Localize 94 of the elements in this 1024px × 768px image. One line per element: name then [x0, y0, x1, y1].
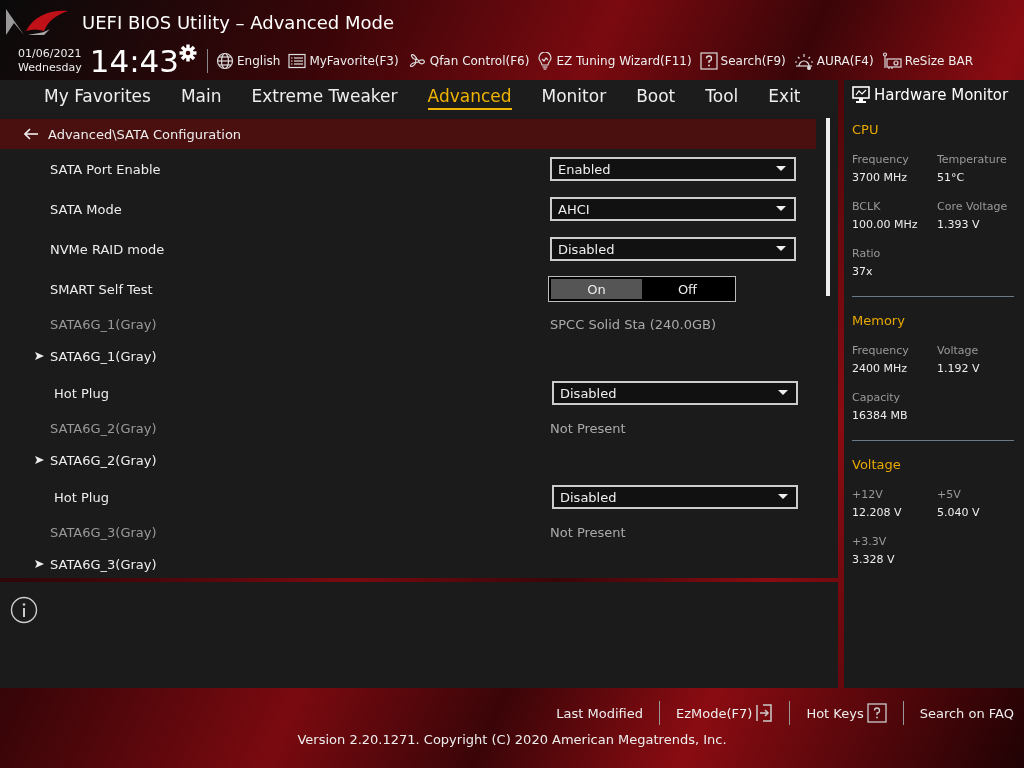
toolbar-button[interactable]: MyFavorite(F3)	[288, 53, 399, 69]
toggle-switch[interactable]: On Off	[548, 276, 736, 302]
setting-label: SATA Mode	[50, 201, 123, 217]
device-label: SATA6G_2(Gray)	[50, 420, 158, 436]
section-title: Voltage	[852, 457, 902, 472]
device-value: Not Present	[550, 524, 626, 540]
metric-value: 1.393 V	[937, 218, 981, 231]
menu-tab[interactable]: Tool	[705, 82, 739, 110]
toolbar-button[interactable]: English	[216, 52, 281, 70]
setting-label: SMART Self Test	[50, 281, 154, 297]
setting-label: SATA Port Enable	[50, 161, 162, 177]
metric-value: 3.328 V	[852, 553, 896, 566]
info-icon	[10, 596, 38, 624]
footer-link[interactable]: Last Modified	[556, 705, 643, 721]
list-icon	[288, 53, 307, 69]
version-text: Version 2.20.1271. Copyright (C) 2020 American Megatrends, Inc.	[297, 732, 727, 747]
metric-value: 2400 MHz	[852, 362, 909, 375]
window-title: UEFI BIOS Utility – Advanced Mode	[82, 11, 394, 33]
metric-value: 3700 MHz	[852, 171, 909, 184]
question-icon	[866, 703, 887, 723]
breadcrumb-path: Advanced\SATA Configuration	[48, 126, 242, 142]
menu-tab[interactable]: Extreme Tweaker	[251, 82, 398, 110]
caret-icon	[778, 494, 788, 500]
metric-label: Frequency	[852, 344, 910, 357]
settings-icon[interactable]	[179, 44, 198, 62]
menu-tab[interactable]: My Favorites	[44, 82, 151, 110]
device-value: Not Present	[550, 420, 626, 436]
toolbar-button[interactable]: ReSize BAR	[881, 52, 974, 70]
caret-icon	[776, 246, 786, 252]
caret-icon	[776, 166, 786, 172]
submenu-item[interactable]: SATA6G_3(Gray)	[50, 556, 157, 572]
dropdown[interactable]: Disabled	[550, 237, 796, 261]
toolbar-button[interactable]: Search(F9)	[699, 52, 786, 70]
exit-icon	[755, 704, 774, 722]
footer-link[interactable]: Search on FAQ	[919, 705, 1014, 721]
submenu-item[interactable]: SATA6G_1(Gray)	[50, 348, 157, 364]
section-title: CPU	[852, 122, 880, 137]
globe-icon	[216, 52, 235, 70]
metric-label: Ratio	[852, 247, 882, 260]
device-label: SATA6G_3(Gray)	[50, 524, 158, 540]
menu-tab[interactable]: Advanced	[427, 82, 512, 110]
metric-value: 1.192 V	[937, 362, 981, 375]
metric-label: +12V	[852, 488, 884, 501]
dropdown[interactable]: Enabled	[550, 157, 796, 181]
date-text: 01/06/2021	[18, 47, 82, 61]
clock-time: 14:43	[89, 44, 180, 78]
metric-label: +3.3V	[852, 535, 888, 548]
dropdown[interactable]: Disabled	[552, 485, 798, 509]
metric-value: 12.208 V	[852, 506, 903, 519]
caret-icon	[778, 390, 788, 396]
toolbar-button[interactable]: AURA(F4)	[793, 52, 874, 70]
metric-value: 100.00 MHz	[852, 218, 919, 231]
metric-label: Frequency	[852, 153, 910, 166]
lightbulb-icon	[537, 51, 554, 71]
setting-label: NVMe RAID mode	[50, 241, 166, 257]
metric-value: 5.040 V	[937, 506, 981, 519]
section-title: Memory	[852, 313, 906, 328]
panel-title: Hardware Monitor	[874, 86, 1009, 104]
device-value: SPCC Solid Sta (240.0GB)	[550, 316, 716, 332]
scrollbar[interactable]	[826, 118, 830, 296]
toolbar-button[interactable]: Qfan Control(F6)	[406, 52, 530, 70]
question-icon	[699, 52, 718, 70]
back-arrow-icon[interactable]	[24, 128, 38, 140]
dropdown[interactable]: Disabled	[552, 381, 798, 405]
metric-value: 16384 MB	[852, 409, 909, 422]
monitor-icon	[852, 86, 870, 104]
day-text: Wednesday	[18, 61, 82, 75]
light-icon	[793, 52, 814, 70]
toggle-option[interactable]: On	[551, 279, 642, 299]
setting-label: Hot Plug	[54, 489, 110, 505]
metric-label: Voltage	[937, 344, 980, 357]
metric-label: BCLK	[852, 200, 882, 213]
metric-label: Temperature	[937, 153, 1008, 166]
setting-label: Hot Plug	[54, 385, 110, 401]
device-label: SATA6G_1(Gray)	[50, 316, 158, 332]
metric-label: Core Voltage	[937, 200, 1009, 213]
submenu-item[interactable]: SATA6G_2(Gray)	[50, 452, 157, 468]
metric-label: Capacity	[852, 391, 902, 404]
menu-tab[interactable]: Monitor	[541, 82, 607, 110]
toolbar-button[interactable]: EZ Tuning Wizard(F11)	[537, 51, 692, 71]
menu-tab[interactable]: Boot	[636, 82, 676, 110]
metric-value: 51°C	[937, 171, 966, 184]
menu-tab[interactable]: Exit	[768, 82, 801, 110]
footer-link[interactable]: EzMode(F7)	[676, 704, 774, 722]
arrow-icon	[35, 560, 44, 568]
dropdown[interactable]: AHCI	[550, 197, 796, 221]
caret-icon	[776, 206, 786, 212]
arrow-icon	[35, 352, 44, 360]
metric-label: +5V	[937, 488, 962, 501]
arrow-icon	[35, 456, 44, 464]
menu-tab[interactable]: Main	[180, 82, 222, 110]
card-icon	[881, 52, 902, 70]
metric-value: 37x	[852, 265, 874, 278]
footer-link[interactable]: Hot Keys	[806, 703, 887, 723]
